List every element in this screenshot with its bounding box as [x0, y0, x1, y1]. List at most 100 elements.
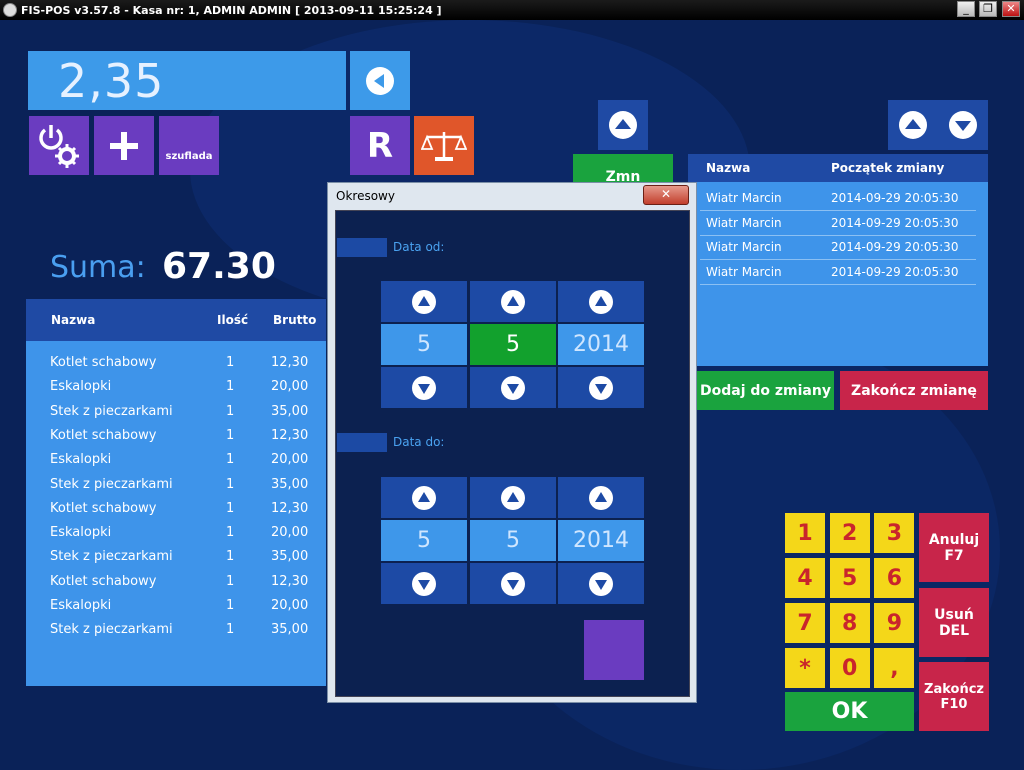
- date-from-year-down-button[interactable]: [558, 367, 644, 408]
- keypad-key[interactable]: 9: [874, 603, 915, 643]
- date-from-month-value[interactable]: 5: [470, 324, 556, 365]
- arrow-up-icon: [899, 111, 927, 139]
- date-to-month-value[interactable]: 5: [470, 520, 556, 561]
- shifts-scroll-down-button[interactable]: [938, 100, 988, 150]
- order-table-header: Nazwa Ilość Brutto: [26, 299, 326, 341]
- shifts-list[interactable]: Wiatr Marcin 2014-09-29 20:05:30 Wiatr Mar…: [688, 182, 988, 366]
- finish-label: Zakończ: [924, 681, 984, 697]
- arrow-up-icon: [501, 289, 525, 314]
- date-from-day-value[interactable]: 5: [381, 324, 467, 365]
- delete-label: Usuń: [934, 606, 974, 623]
- arrow-down-icon: [949, 111, 977, 139]
- keypad-key[interactable]: 3: [874, 513, 915, 553]
- add-to-shift-button[interactable]: Dodaj do zmiany: [697, 371, 834, 410]
- order-row[interactable]: Eskalopki 1 20,00: [26, 375, 326, 399]
- maximize-button[interactable]: ❐: [979, 1, 997, 17]
- scroll-up-button[interactable]: [598, 100, 648, 150]
- order-item-gross: 20,00: [271, 379, 309, 395]
- order-row[interactable]: Kotlet schabowy 1 12,30: [26, 424, 326, 448]
- scale-icon: [421, 131, 467, 161]
- add-button[interactable]: [94, 116, 154, 175]
- shift-employee-name: Wiatr Marcin: [706, 191, 782, 205]
- keypad-key[interactable]: 7: [785, 603, 825, 643]
- minimize-button[interactable]: _: [957, 1, 975, 17]
- end-shift-button[interactable]: Zakończ zmianę: [840, 371, 988, 410]
- date-from-year-value[interactable]: 2014: [558, 324, 644, 365]
- shift-start-time: 2014-09-29 20:05:30: [831, 264, 959, 279]
- keypad-key[interactable]: 8: [829, 603, 870, 643]
- backspace-button[interactable]: [350, 51, 410, 110]
- shifts-scroll-up-button[interactable]: [888, 100, 938, 150]
- order-row[interactable]: Kotlet schabowy 1 12,30: [26, 570, 326, 594]
- shift-row[interactable]: Wiatr Marcin 2014-09-29 20:05:30: [700, 260, 976, 285]
- back-arrow-icon: [366, 66, 394, 95]
- date-from-day-up-button[interactable]: [381, 281, 467, 322]
- close-button[interactable]: ✕: [1002, 1, 1020, 17]
- drawer-button[interactable]: szuflada: [159, 116, 219, 175]
- dialog-close-button[interactable]: ✕: [643, 185, 689, 205]
- date-to-year-up-button[interactable]: [558, 477, 644, 518]
- scale-button[interactable]: [414, 116, 474, 175]
- date-from-year-up-button[interactable]: [558, 281, 644, 322]
- arrow-up-icon: [589, 485, 613, 510]
- cancel-button[interactable]: Anuluj F7: [919, 513, 989, 582]
- order-row[interactable]: Stek z pieczarkami 1 35,00: [26, 618, 326, 642]
- date-from-day-down-button[interactable]: [381, 367, 467, 408]
- shift-row[interactable]: Wiatr Marcin 2014-09-29 20:05:30: [700, 235, 976, 260]
- keypad-key[interactable]: 2: [829, 513, 870, 553]
- keypad-key[interactable]: 0: [829, 648, 870, 688]
- order-row[interactable]: Eskalopki 1 20,00: [26, 448, 326, 472]
- finish-button[interactable]: Zakończ F10: [919, 662, 989, 731]
- order-row[interactable]: Stek z pieczarkami 1 35,00: [26, 400, 326, 424]
- date-to-day-down-button[interactable]: [381, 563, 467, 604]
- keypad-key[interactable]: *: [785, 648, 825, 688]
- date-to-month-up-button[interactable]: [470, 477, 556, 518]
- order-row[interactable]: Stek z pieczarkami 1 35,00: [26, 545, 326, 569]
- date-from-month-down-button[interactable]: [470, 367, 556, 408]
- date-to-year-down-button[interactable]: [558, 563, 644, 604]
- order-item-qty: 1: [226, 403, 235, 419]
- column-header-qty: Ilość: [217, 313, 249, 327]
- dialog-title: Okresowy: [336, 189, 395, 203]
- green-action-button[interactable]: Zmn: [573, 154, 673, 185]
- date-from-month-up-button[interactable]: [470, 281, 556, 322]
- order-list[interactable]: Kotlet schabowy 1 12,30 Eskalopki 1 20,00 Stek…: [26, 341, 326, 686]
- shift-row[interactable]: Wiatr Marcin 2014-09-29 20:05:30: [700, 211, 976, 236]
- arrow-down-icon: [412, 571, 436, 596]
- keypad-key[interactable]: 5: [829, 558, 870, 598]
- keypad-key[interactable]: ,: [874, 648, 915, 688]
- order-row[interactable]: Stek z pieczarkami 1 35,00: [26, 473, 326, 497]
- order-row[interactable]: Kotlet schabowy 1 12,30: [26, 351, 326, 375]
- order-row[interactable]: Kotlet schabowy 1 12,30: [26, 497, 326, 521]
- keypad-key[interactable]: 6: [874, 558, 915, 598]
- order-item-name: Eskalopki: [50, 525, 112, 541]
- order-item-qty: 1: [226, 573, 235, 589]
- arrow-up-icon: [412, 485, 436, 510]
- power-settings-button[interactable]: [29, 116, 89, 175]
- order-item-gross: 12,30: [271, 573, 309, 589]
- order-item-gross: 12,30: [271, 500, 309, 516]
- ok-button[interactable]: OK: [785, 692, 914, 731]
- arrow-down-icon: [589, 571, 613, 596]
- order-row[interactable]: Eskalopki 1 20,00: [26, 521, 326, 545]
- r-button[interactable]: R: [350, 116, 410, 175]
- date-from-label: Data od:: [393, 240, 445, 254]
- date-to-label: Data do:: [393, 435, 445, 449]
- date-to-month-down-button[interactable]: [470, 563, 556, 604]
- keypad-key[interactable]: 1: [785, 513, 825, 553]
- order-item-name: Kotlet schabowy: [50, 355, 157, 370]
- arrow-up-icon: [501, 485, 525, 510]
- order-item-name: Stek z pieczarkami: [50, 476, 173, 492]
- shift-row[interactable]: Wiatr Marcin 2014-09-29 20:05:30: [700, 186, 976, 211]
- date-to-day-value[interactable]: 5: [381, 520, 467, 561]
- date-to-day-up-button[interactable]: [381, 477, 467, 518]
- shift-start-time: 2014-09-29 20:05:30: [831, 215, 959, 230]
- order-item-gross: 20,00: [271, 452, 309, 468]
- delete-button[interactable]: Usuń DEL: [919, 588, 989, 657]
- order-item-gross: 35,00: [271, 403, 309, 419]
- cancel-shortcut: F7: [944, 547, 964, 564]
- confirm-period-button[interactable]: [584, 620, 644, 680]
- order-row[interactable]: Eskalopki 1 20,00: [26, 594, 326, 618]
- date-to-year-value[interactable]: 2014: [558, 520, 644, 561]
- keypad-key[interactable]: 4: [785, 558, 825, 598]
